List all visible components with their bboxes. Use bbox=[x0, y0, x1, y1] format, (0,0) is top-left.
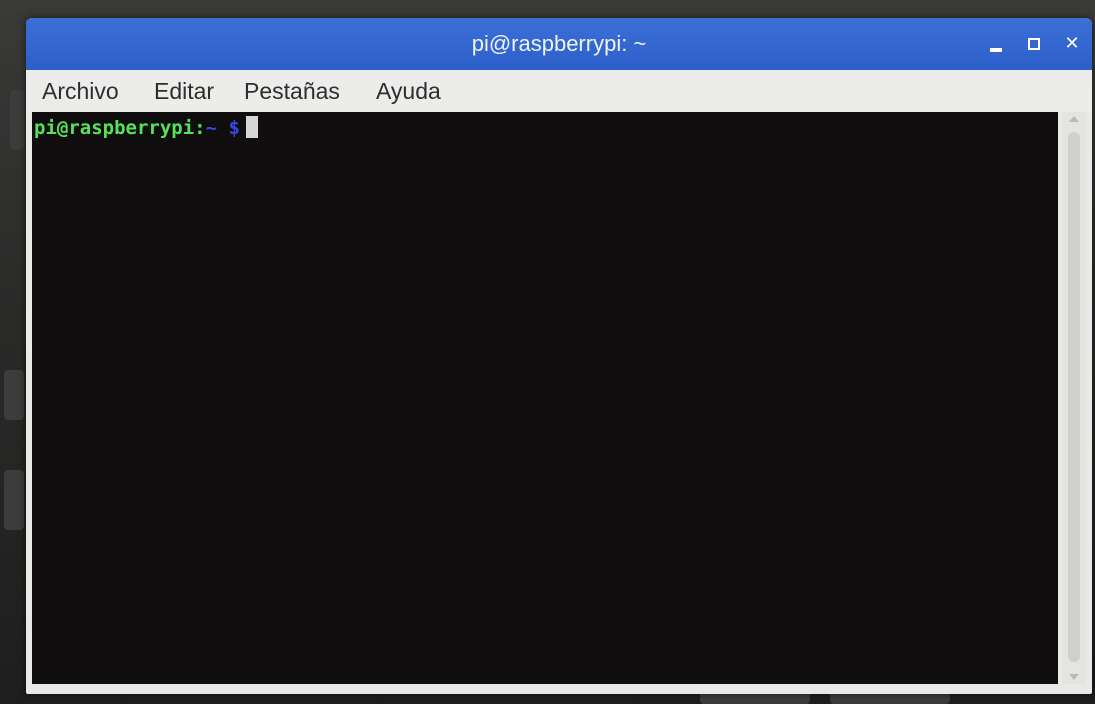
prompt-symbol: $ bbox=[228, 117, 240, 139]
prompt-user-host: pi@raspberrypi: bbox=[34, 117, 206, 139]
menu-ayuda[interactable]: Ayuda bbox=[376, 78, 441, 104]
keyboard-key bbox=[10, 90, 24, 150]
text-cursor bbox=[245, 116, 258, 138]
terminal-window: pi@raspberrypi: ~ ✕ Archivo Editar Pesta… bbox=[26, 18, 1092, 694]
scroll-down-icon[interactable] bbox=[1069, 674, 1079, 680]
minimize-icon bbox=[990, 48, 1002, 52]
menu-archivo[interactable]: Archivo bbox=[42, 78, 119, 104]
maximize-icon bbox=[1028, 38, 1040, 50]
minimize-button[interactable] bbox=[984, 32, 1008, 56]
prompt-path: ~ bbox=[205, 117, 218, 139]
maximize-button[interactable] bbox=[1022, 32, 1046, 56]
close-button[interactable]: ✕ bbox=[1060, 32, 1084, 56]
title-bar[interactable]: pi@raspberrypi: ~ ✕ bbox=[26, 18, 1092, 70]
close-icon: ✕ bbox=[1064, 33, 1080, 54]
menu-bar: Archivo Editar Pestañas Ayuda bbox=[26, 70, 1092, 112]
menu-pestanas[interactable]: Pestañas bbox=[244, 78, 340, 104]
scroll-up-icon[interactable] bbox=[1069, 116, 1079, 122]
menu-editar[interactable]: Editar bbox=[154, 78, 214, 104]
scroll-thumb[interactable] bbox=[1068, 132, 1080, 662]
keyboard-key bbox=[4, 370, 24, 420]
vertical-scrollbar[interactable] bbox=[1062, 112, 1086, 684]
keyboard-key bbox=[4, 470, 24, 530]
window-title: pi@raspberrypi: ~ bbox=[471, 31, 647, 56]
terminal-output-area[interactable]: pi@raspberrypi:~ $ bbox=[32, 112, 1058, 684]
prompt-line: pi@raspberrypi:~ $ bbox=[34, 116, 258, 140]
